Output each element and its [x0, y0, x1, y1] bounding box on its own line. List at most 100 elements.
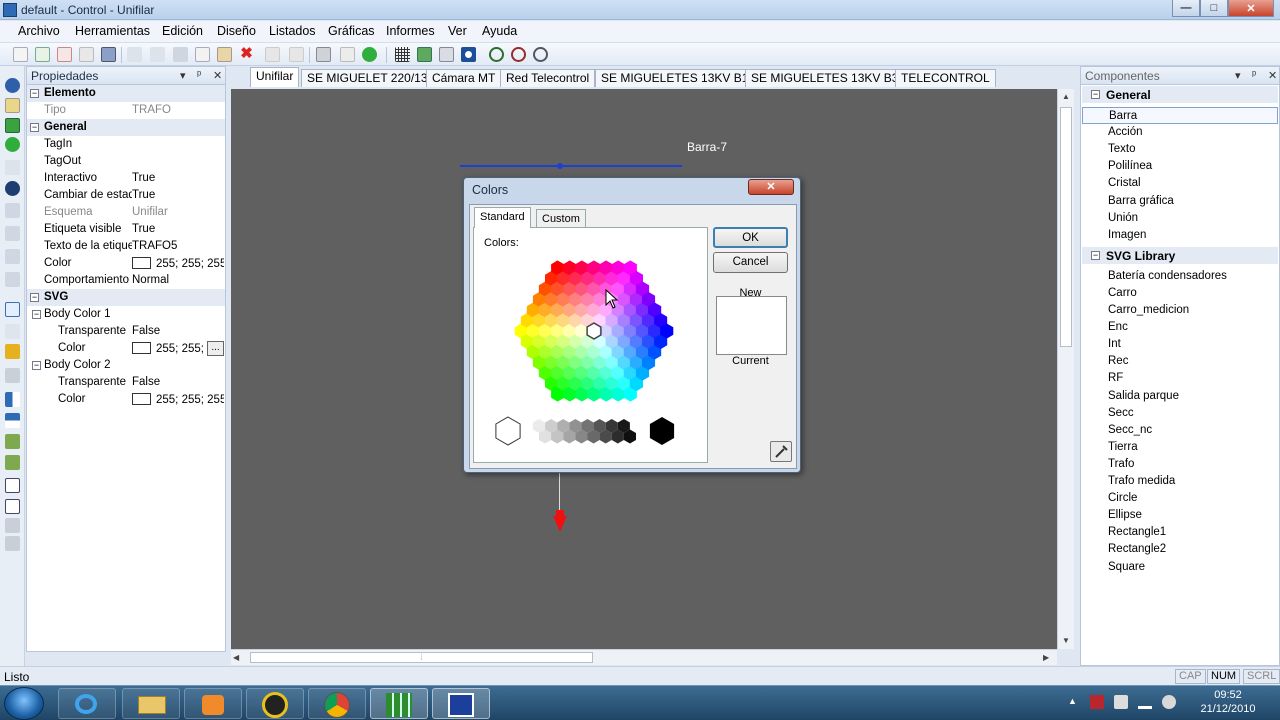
chrome-icon[interactable] — [308, 688, 366, 719]
menu-diseno[interactable]: Diseño — [217, 24, 256, 38]
grid-icon[interactable] — [395, 47, 410, 62]
save-icon[interactable] — [101, 47, 116, 62]
run-icon[interactable] — [362, 47, 377, 62]
property-row[interactable]: Color 255; 255; 255 — [27, 255, 225, 272]
component-item[interactable]: Tierra — [1082, 439, 1278, 456]
distribute-icon[interactable] — [289, 47, 304, 62]
cut-icon[interactable] — [173, 47, 188, 62]
property-value[interactable]: 255; 255; 255 — [132, 393, 224, 406]
preview-icon[interactable] — [340, 47, 355, 62]
component-item[interactable]: Acción — [1082, 124, 1278, 141]
menu-graficas[interactable]: Gráficas — [328, 24, 375, 38]
dropdown-icon[interactable]: ▾ — [180, 69, 186, 82]
property-row[interactable]: Tipo TRAFO — [27, 102, 225, 119]
stack-icon[interactable] — [5, 368, 20, 383]
property-value[interactable]: 255; 255; 255 — [132, 257, 224, 270]
check-icon[interactable] — [5, 118, 20, 133]
component-item[interactable]: Square — [1082, 559, 1278, 576]
layer-icon[interactable] — [5, 160, 20, 175]
tool-8-icon[interactable] — [5, 226, 20, 241]
menu-ver[interactable]: Ver — [448, 24, 467, 38]
component-item[interactable]: Carro_medicion — [1082, 302, 1278, 319]
distribute-grid-icon[interactable] — [5, 499, 20, 514]
property-category[interactable]: − General — [27, 119, 225, 136]
paste-icon[interactable] — [217, 47, 232, 62]
tab-custom[interactable]: Custom — [536, 209, 586, 228]
tab-se-migueletes-b34[interactable]: SE MIGUELETES 13KV B3/4 — [745, 69, 915, 87]
copy-icon[interactable] — [195, 47, 210, 62]
minimize-button[interactable]: — — [1172, 0, 1200, 17]
control-app-icon[interactable] — [370, 688, 428, 719]
property-value[interactable]: False — [132, 376, 224, 388]
new-document-icon[interactable] — [35, 47, 50, 62]
black-swatch[interactable] — [649, 417, 675, 445]
menu-edicion[interactable]: Edición — [162, 24, 203, 38]
component-group[interactable]: − SVG Library — [1082, 246, 1278, 264]
property-value[interactable]: TRAFO — [132, 104, 224, 116]
property-value[interactable]: TRAFO5 — [132, 240, 224, 252]
menu-ayuda[interactable]: Ayuda — [482, 24, 517, 38]
scroll-left-icon[interactable]: ◀ — [233, 650, 247, 665]
property-row[interactable]: Transparente False — [27, 374, 225, 391]
collapse-icon[interactable]: − — [32, 361, 41, 370]
property-row[interactable]: TagOut — [27, 153, 225, 170]
tray-expand-icon[interactable]: ▲ — [1068, 696, 1077, 706]
collapse-icon[interactable]: − — [30, 89, 39, 98]
tool-9-icon[interactable] — [5, 249, 20, 264]
component-item[interactable]: Rectangle1 — [1082, 524, 1278, 541]
title-bar[interactable]: default - Control - Unifilar — □ ✕ — [0, 0, 1280, 20]
property-row[interactable]: Esquema Unifilar — [27, 204, 225, 221]
app-ue-icon[interactable] — [246, 688, 304, 719]
property-row[interactable]: Color 255; 255; 255 — [27, 391, 225, 408]
horizontal-scroll-thumb[interactable]: ⦙ — [250, 652, 593, 663]
property-row[interactable]: Interactivo True — [27, 170, 225, 187]
cancel-button[interactable]: Cancel — [713, 252, 788, 273]
print-icon[interactable] — [316, 47, 331, 62]
snap-icon[interactable] — [417, 47, 432, 62]
collapse-icon[interactable]: − — [32, 310, 41, 319]
tab-camara-mt[interactable]: Cámara MT — [426, 69, 502, 87]
tab-standard[interactable]: Standard — [474, 207, 531, 228]
component-item[interactable]: Barra gráfica — [1082, 193, 1278, 210]
property-value[interactable]: True — [132, 223, 224, 235]
scroll-right-icon[interactable]: ▶ — [1043, 650, 1057, 665]
menu-listados[interactable]: Listados — [269, 24, 316, 38]
designer-app-icon[interactable] — [432, 688, 490, 719]
color-cell[interactable] — [660, 323, 674, 339]
menu-informes[interactable]: Informes — [386, 24, 435, 38]
property-row[interactable]: Transparente False — [27, 323, 225, 340]
component-item[interactable]: Batería condensadores — [1082, 268, 1278, 285]
close-icon[interactable]: ✕ — [213, 69, 222, 82]
zoom-fit-icon[interactable] — [533, 47, 548, 62]
tray-volume-icon[interactable] — [1162, 695, 1176, 709]
component-item[interactable]: Ellipse — [1082, 507, 1278, 524]
white-swatch[interactable] — [495, 416, 521, 446]
scroll-up-icon[interactable]: ▲ — [1058, 89, 1074, 105]
component-item[interactable]: Secc — [1082, 405, 1278, 422]
property-row[interactable]: − Body Color 2 — [27, 357, 225, 374]
close-icon[interactable]: ✕ — [1268, 69, 1277, 82]
validate-icon[interactable] — [5, 137, 20, 152]
connection-icon[interactable] — [5, 78, 20, 93]
tool-22-icon[interactable] — [5, 536, 20, 551]
center-icon[interactable] — [461, 47, 476, 62]
taskbar-clock[interactable]: 09:52 21/12/2010 — [1190, 688, 1266, 716]
maximize-button[interactable]: □ — [1200, 0, 1228, 17]
collapse-icon[interactable]: − — [30, 293, 39, 302]
vertical-scroll-thumb[interactable] — [1060, 107, 1072, 347]
scroll-down-icon[interactable]: ▼ — [1058, 633, 1074, 649]
component-item[interactable]: Rectangle2 — [1082, 541, 1278, 558]
align-grid-icon[interactable] — [5, 478, 20, 493]
property-row[interactable]: Comportamiento Normal — [27, 272, 225, 289]
zoom-out-icon[interactable] — [511, 47, 526, 62]
property-row[interactable]: Color 255; 255; 255... — [27, 340, 225, 357]
tray-network-icon[interactable] — [1138, 695, 1152, 709]
property-row[interactable]: Cambiar de estado True — [27, 187, 225, 204]
explorer-icon[interactable] — [122, 688, 180, 719]
component-item[interactable]: Cristal — [1082, 175, 1278, 192]
component-item[interactable]: Enc — [1082, 319, 1278, 336]
collapse-icon[interactable]: − — [1091, 90, 1100, 99]
component-group[interactable]: − General — [1082, 86, 1278, 103]
delete-icon[interactable]: ✖ — [239, 46, 254, 62]
flip-h-icon[interactable] — [5, 392, 20, 407]
